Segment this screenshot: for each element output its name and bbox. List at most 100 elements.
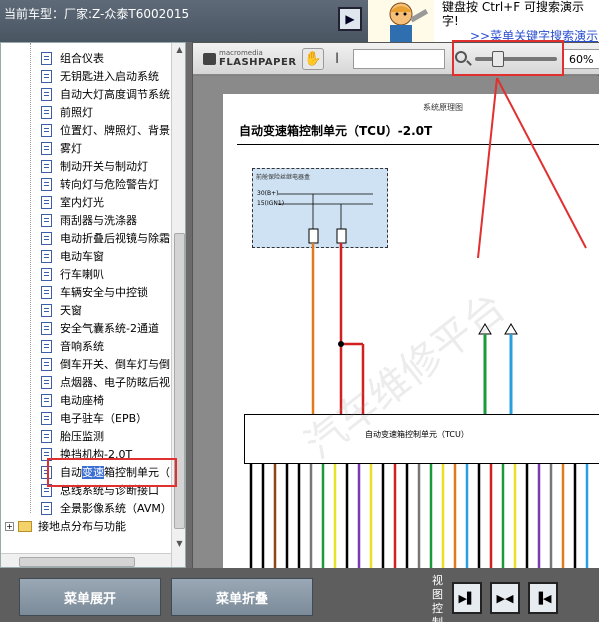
tree-item-label: 车辆安全与中控锁: [60, 286, 148, 299]
tree-item-label: 雨刮器与洗涤器: [60, 214, 137, 227]
tree-item[interactable]: 制动开关与制动灯: [41, 157, 148, 175]
tree-item[interactable]: 自动大灯高度调节系统: [41, 85, 170, 103]
tree-item-label: 点烟器、电子防眩后视: [60, 376, 170, 389]
search-input[interactable]: [353, 49, 445, 69]
tcu-label: 自动变速箱控制单元（TCU）: [365, 430, 469, 439]
search-tip-text: 键盘按 Ctrl+F 可搜索演示 字!: [442, 0, 584, 28]
tree-item[interactable]: 点烟器、电子防眩后视: [41, 373, 170, 391]
tree-vertical-scrollbar[interactable]: ▲ ▼: [171, 43, 185, 567]
tree-item[interactable]: 天窗: [41, 301, 82, 319]
top-bar: 当前车型：厂家:Z-众泰T6002015 ▶ 键盘按 Ctrl+F 可搜索演示 …: [0, 0, 599, 43]
document-icon: [41, 87, 52, 101]
document-icon: [41, 123, 52, 137]
tree-item-label: 电动车窗: [60, 250, 104, 263]
tree-item[interactable]: 车辆安全与中控锁: [41, 283, 148, 301]
tree-item[interactable]: 雨刮器与洗涤器: [41, 211, 137, 229]
text-select-tool-icon[interactable]: I: [335, 51, 339, 67]
view-prev-button[interactable]: ▐◀: [528, 582, 558, 614]
tip-panel: 键盘按 Ctrl+F 可搜索演示 字! >>菜单关键字搜索演示: [434, 0, 599, 43]
tree-item-label: 行车喇叭: [60, 268, 104, 281]
tree-item[interactable]: 电子驻车（EPB）: [41, 409, 147, 427]
document-icon: [41, 285, 52, 299]
document-icon: [41, 249, 52, 263]
tree-item-label: 天窗: [60, 304, 82, 317]
hand-tool-button[interactable]: ✋: [302, 48, 324, 70]
tree-item[interactable]: 安全气囊系统-2通道: [41, 319, 159, 337]
tree-item[interactable]: 倒车开关、倒车灯与倒: [41, 355, 170, 373]
zoom-percent-field[interactable]: 60%: [563, 49, 599, 69]
toggle-panel-button[interactable]: ▶: [338, 7, 362, 31]
document-icon: [41, 411, 52, 425]
selection-highlight-box: [47, 458, 177, 487]
arrow-right-icon: ▶▌: [458, 591, 476, 605]
document-icon: [41, 501, 52, 515]
tree-item[interactable]: 电动折叠后视镜与除霜: [41, 229, 170, 247]
scroll-thumb[interactable]: [19, 557, 135, 567]
document-icon: [41, 429, 52, 443]
view-next-button[interactable]: ▶▌: [452, 582, 482, 614]
tree-item-label: 前照灯: [60, 106, 93, 119]
document-icon: [41, 267, 52, 281]
flashpaper-viewer: macromedia FLASHPAPER ✋ I 60% 系统原理图 自动变速…: [192, 42, 599, 569]
scroll-up-icon[interactable]: ▲: [174, 45, 185, 57]
menu-expand-button[interactable]: 菜单展开: [19, 578, 161, 616]
view-split-button[interactable]: ▶◀: [490, 582, 520, 614]
view-control-label: 视图控制: [432, 574, 443, 622]
document-icon: [41, 51, 52, 65]
tree-item-label: 室内灯光: [60, 196, 104, 209]
document-icon: [41, 177, 52, 191]
zoom-highlight-box: [452, 40, 564, 76]
tree-item[interactable]: 行车喇叭: [41, 265, 104, 283]
document-icon: [41, 375, 52, 389]
tree-item[interactable]: 无钥匙进入启动系统: [41, 67, 159, 85]
current-car-label: 当前车型：厂家:Z-众泰T6002015: [4, 7, 190, 21]
tree-item-label: 制动开关与制动灯: [60, 160, 148, 173]
scroll-down-icon[interactable]: ▼: [174, 539, 185, 551]
tree-item[interactable]: 电动车窗: [41, 247, 104, 265]
tree-item-label: 电子驻车（EPB）: [60, 412, 148, 425]
tree-item[interactable]: 转向灯与危险警告灯: [41, 175, 159, 193]
document-icon: [41, 141, 52, 155]
tree-item-label: 倒车开关、倒车灯与倒: [60, 358, 170, 371]
document-icon: [41, 339, 52, 353]
tree-item-label: 无钥匙进入启动系统: [60, 70, 159, 83]
tree-item[interactable]: 前照灯: [41, 103, 93, 121]
arrow-left-icon: ▐◀: [534, 591, 552, 605]
document-icon: [41, 393, 52, 407]
tree-horizontal-scrollbar[interactable]: [1, 553, 171, 567]
tree-guide-line: [30, 43, 31, 513]
tree-item[interactable]: 胎压监测: [41, 427, 104, 445]
tree-item-label: 电动折叠后视镜与除霜: [60, 232, 170, 245]
arrow-right-icon: ▶: [345, 12, 355, 26]
tree-folder-grounding[interactable]: + 接地点分布与功能: [5, 517, 126, 535]
document-area[interactable]: 系统原理图 自动变速箱控制单元（TCU）-2.0T 前舱保险丝继电器盒 30(B…: [193, 76, 599, 569]
document-icon: [41, 231, 52, 245]
tree-item-label: 组合仪表: [60, 52, 104, 65]
document-icon: [41, 213, 52, 227]
document-icon: [41, 69, 52, 83]
tree-item-label: 安全气囊系统-2通道: [60, 322, 159, 335]
logo-bottom-text: FLASHPAPER: [219, 57, 297, 68]
tree-item-label: 位置灯、牌照灯、背景: [60, 124, 170, 137]
bottom-bar: 菜单展开 菜单折叠 视图控制 ▶▌ ▶◀ ▐◀: [0, 568, 599, 622]
document-icon: [41, 321, 52, 335]
expand-plus-icon[interactable]: +: [5, 521, 14, 531]
tree-item[interactable]: 全景影像系统（AVM）: [41, 499, 172, 517]
tree-item-label: 全景影像系统（AVM）: [60, 502, 172, 515]
tree-item-label: 电动座椅: [60, 394, 104, 407]
tree-item[interactable]: 位置灯、牌照灯、背景: [41, 121, 170, 139]
tree-item[interactable]: 室内灯光: [41, 193, 104, 211]
tree-item[interactable]: 雾灯: [41, 139, 82, 157]
tree-item-label: 音响系统: [60, 340, 104, 353]
tree-item[interactable]: 电动座椅: [41, 391, 104, 409]
split-arrows-icon: ▶◀: [496, 591, 514, 605]
tree-item-label: 胎压监测: [60, 430, 104, 443]
document-icon: [41, 105, 52, 119]
menu-collapse-button[interactable]: 菜单折叠: [171, 578, 313, 616]
mascot-illustration: [389, 2, 429, 42]
document-icon: [41, 195, 52, 209]
tree-item[interactable]: 音响系统: [41, 337, 104, 355]
mascot-image: [368, 0, 434, 42]
tree-item[interactable]: 组合仪表: [41, 49, 104, 67]
document-icon: [41, 303, 52, 317]
